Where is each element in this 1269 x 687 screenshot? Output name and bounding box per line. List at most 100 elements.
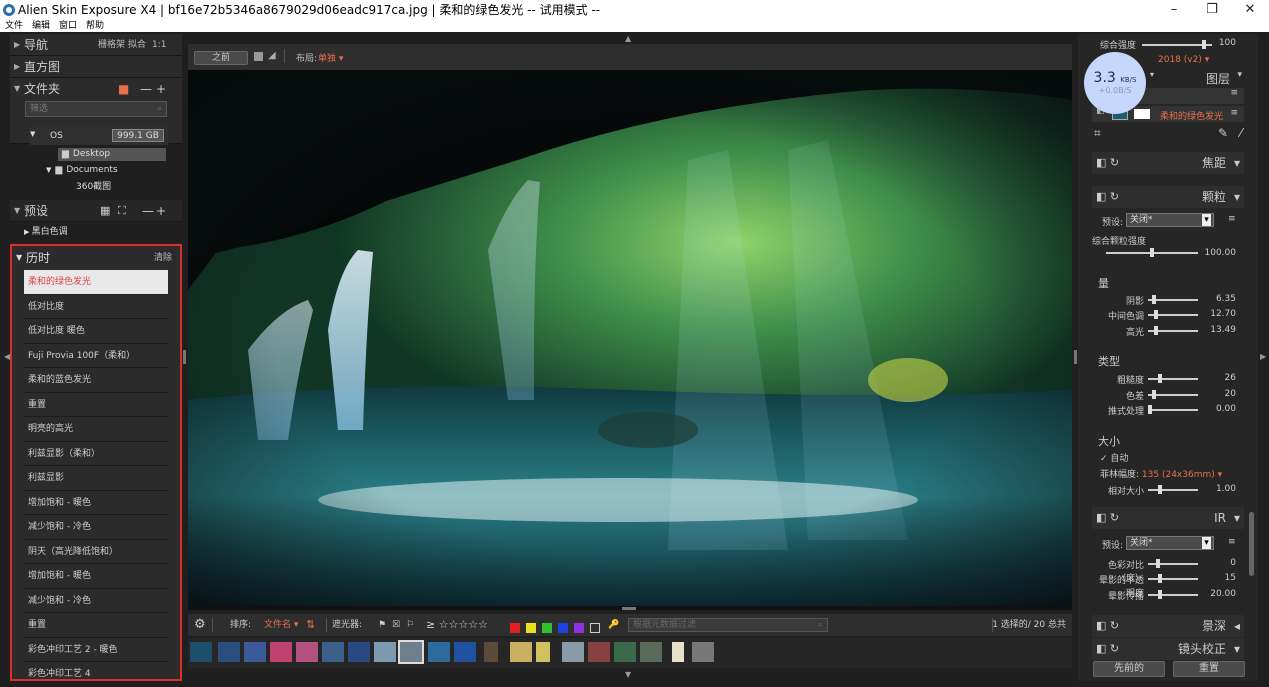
menu-help[interactable]: 帮助 (86, 21, 104, 31)
settings-gear-icon[interactable]: ⚙ (194, 614, 206, 636)
history-item[interactable]: 彩色冲印工艺 4 (24, 662, 168, 687)
left-splitter-handle[interactable] (183, 350, 186, 364)
slider-knob[interactable] (1152, 390, 1156, 399)
slider-knob[interactable] (1158, 590, 1162, 599)
minimize-button[interactable]: – (1155, 0, 1193, 20)
nav-1to1-option[interactable]: 1:1 (152, 34, 166, 56)
slider-knob[interactable] (1202, 40, 1206, 49)
crop-icon[interactable]: ⌗ (1094, 126, 1101, 141)
filmstrip-thumbnail[interactable] (640, 642, 662, 662)
add-preset-icon[interactable]: + (156, 200, 166, 222)
filmstrip-thumbnail[interactable] (454, 642, 476, 662)
layout-dropdown[interactable]: 单独 ▾ (318, 51, 343, 64)
menu-edit[interactable]: 编辑 (32, 21, 50, 31)
filmstrip-thumbnail[interactable] (348, 642, 370, 662)
history-item[interactable]: 增加饱和 - 暖色 (24, 564, 168, 589)
toggle-reset-icon[interactable]: ◧ ↻ (1096, 507, 1119, 529)
filmstrip-thumbnail[interactable] (672, 642, 684, 662)
filmstrip-thumbnail[interactable] (398, 640, 424, 664)
color-swatch[interactable] (526, 623, 536, 633)
dof-section[interactable]: ◧ ↻ 景深 ◂ (1092, 615, 1244, 637)
toggle-reset-icon[interactable]: ◧ ↻ (1096, 152, 1119, 174)
version-dropdown[interactable]: 2018 (v2) ▾ (1158, 55, 1209, 65)
history-item[interactable]: 柔和的绿色发光 (24, 270, 168, 295)
history-item[interactable]: 增加饱和 - 暖色 (24, 491, 168, 515)
split-icon[interactable]: ◢ (268, 50, 276, 61)
halo_op-slider[interactable] (1148, 574, 1198, 583)
maximize-button[interactable]: ❐ (1193, 0, 1231, 20)
clear-history-button[interactable]: 清除 (154, 246, 172, 270)
no-color-swatch[interactable] (590, 623, 600, 633)
color-slider[interactable] (1148, 390, 1198, 399)
history-item[interactable]: 柔和的蓝色发光 (24, 368, 168, 393)
history-item[interactable]: 重置 (24, 393, 168, 417)
reset-button[interactable]: 重置 (1173, 661, 1245, 677)
color-swatch[interactable] (574, 623, 584, 633)
slider-knob[interactable] (1154, 310, 1158, 319)
before-button[interactable]: 之前 (194, 51, 248, 65)
lens-section[interactable]: ◧ ↻ 镜头校正 ▾ (1092, 638, 1244, 660)
filmstrip-thumbnail[interactable] (588, 642, 610, 662)
filmstrip-thumbnail[interactable] (614, 642, 636, 662)
slider-knob[interactable] (1150, 248, 1154, 257)
film-size-dropdown[interactable]: 135 (24x36mm) ▾ (1142, 470, 1222, 480)
add-folder-icon[interactable]: + (156, 78, 166, 100)
history-item[interactable]: 减少饱和 - 冷色 (24, 515, 168, 540)
flag-icon[interactable]: ⚑ (378, 614, 386, 636)
overall-strength-slider[interactable] (1142, 40, 1212, 49)
fullscreen-icon[interactable]: ⛶ (118, 200, 126, 222)
filmstrip-thumbnail[interactable] (428, 642, 450, 662)
compare-icon[interactable] (254, 52, 263, 61)
previous-button[interactable]: 先前的 (1093, 661, 1165, 677)
history-item[interactable]: 减少饱和 - 冷色 (24, 589, 168, 613)
star-rating-filter[interactable]: ≥ ☆☆☆☆☆ (426, 614, 488, 636)
history-item[interactable]: 阴天（高光降低饱和） (24, 540, 168, 564)
history-item[interactable]: 利兹显影（柔和） (24, 442, 168, 466)
toggle-reset-icon[interactable]: ◧ ↻ (1096, 186, 1119, 208)
filmstrip-thumbnail[interactable] (270, 642, 292, 662)
presets-section[interactable]: ▼ 预设 ▦ ⛶ — + (10, 200, 182, 222)
focus-section[interactable]: ◧ ↻ 焦距 ▾ (1092, 152, 1244, 174)
sort-dropdown[interactable]: 文件名 ▾ (264, 614, 298, 636)
collapse-bottom-icon[interactable]: ▼ (625, 670, 631, 679)
menu-file[interactable]: 文件 (5, 21, 23, 31)
filmstrip-thumbnail[interactable] (190, 642, 212, 662)
ir-section[interactable]: ◧ ↻ IR ▾ (1092, 507, 1244, 529)
filmstrip-thumbnail[interactable] (692, 642, 714, 662)
slider-knob[interactable] (1156, 559, 1160, 568)
filmstrip-thumbnail[interactable] (536, 642, 550, 662)
menu-lines-icon[interactable]: ≡ (1228, 214, 1236, 224)
filmstrip-thumbnail[interactable] (374, 642, 396, 662)
filmstrip-thumbnail[interactable] (244, 642, 266, 662)
collapse-right-icon[interactable]: ▶ (1260, 352, 1266, 361)
rel-slider[interactable] (1148, 485, 1198, 494)
slider-knob[interactable] (1148, 405, 1152, 414)
sort-direction-icon[interactable]: ⇅ (306, 614, 315, 636)
menu-window[interactable]: 窗口 (59, 21, 77, 31)
ir-preset-select[interactable]: 关闭* ▾ (1126, 536, 1214, 550)
ir_contrast-slider[interactable] (1148, 559, 1198, 568)
folder-color-icon[interactable]: ■ (118, 78, 129, 100)
tree-item-360[interactable]: 360截图 (76, 179, 111, 192)
pen-icon[interactable]: ✎ (1218, 126, 1228, 140)
unflag-icon[interactable]: ⚐ (406, 614, 414, 636)
history-item[interactable]: 利兹显影 (24, 466, 168, 491)
filmstrip-thumbnail[interactable] (562, 642, 584, 662)
history-item[interactable]: 低对比度 暖色 (24, 319, 168, 344)
filmstrip-thumbnail[interactable] (322, 642, 344, 662)
menu-lines-icon[interactable]: ≡ (1228, 537, 1236, 547)
bottom-splitter-handle[interactable] (622, 607, 636, 610)
folder-filter-input[interactable]: 筛选 ⌕ (25, 101, 167, 117)
tree-item-desktop[interactable]: ▆ Desktop (58, 148, 166, 161)
photo-preview[interactable] (188, 70, 1072, 606)
collapse-top-icon[interactable]: ▲ (625, 34, 631, 43)
preset-item[interactable]: ▶ 黑白色调 (10, 222, 182, 242)
right-splitter-handle[interactable] (1074, 350, 1077, 364)
menu-lines-icon[interactable]: ≡ (1230, 108, 1238, 118)
filmstrip-thumbnail[interactable] (510, 642, 532, 662)
toggle-reset-icon[interactable]: ◧ ↻ (1096, 615, 1119, 637)
right-scrollbar[interactable] (1249, 512, 1254, 576)
reject-flag-icon[interactable]: ☒ (392, 614, 400, 636)
remove-preset-icon[interactable]: — (142, 200, 154, 222)
filmstrip-thumbnail[interactable] (296, 642, 318, 662)
